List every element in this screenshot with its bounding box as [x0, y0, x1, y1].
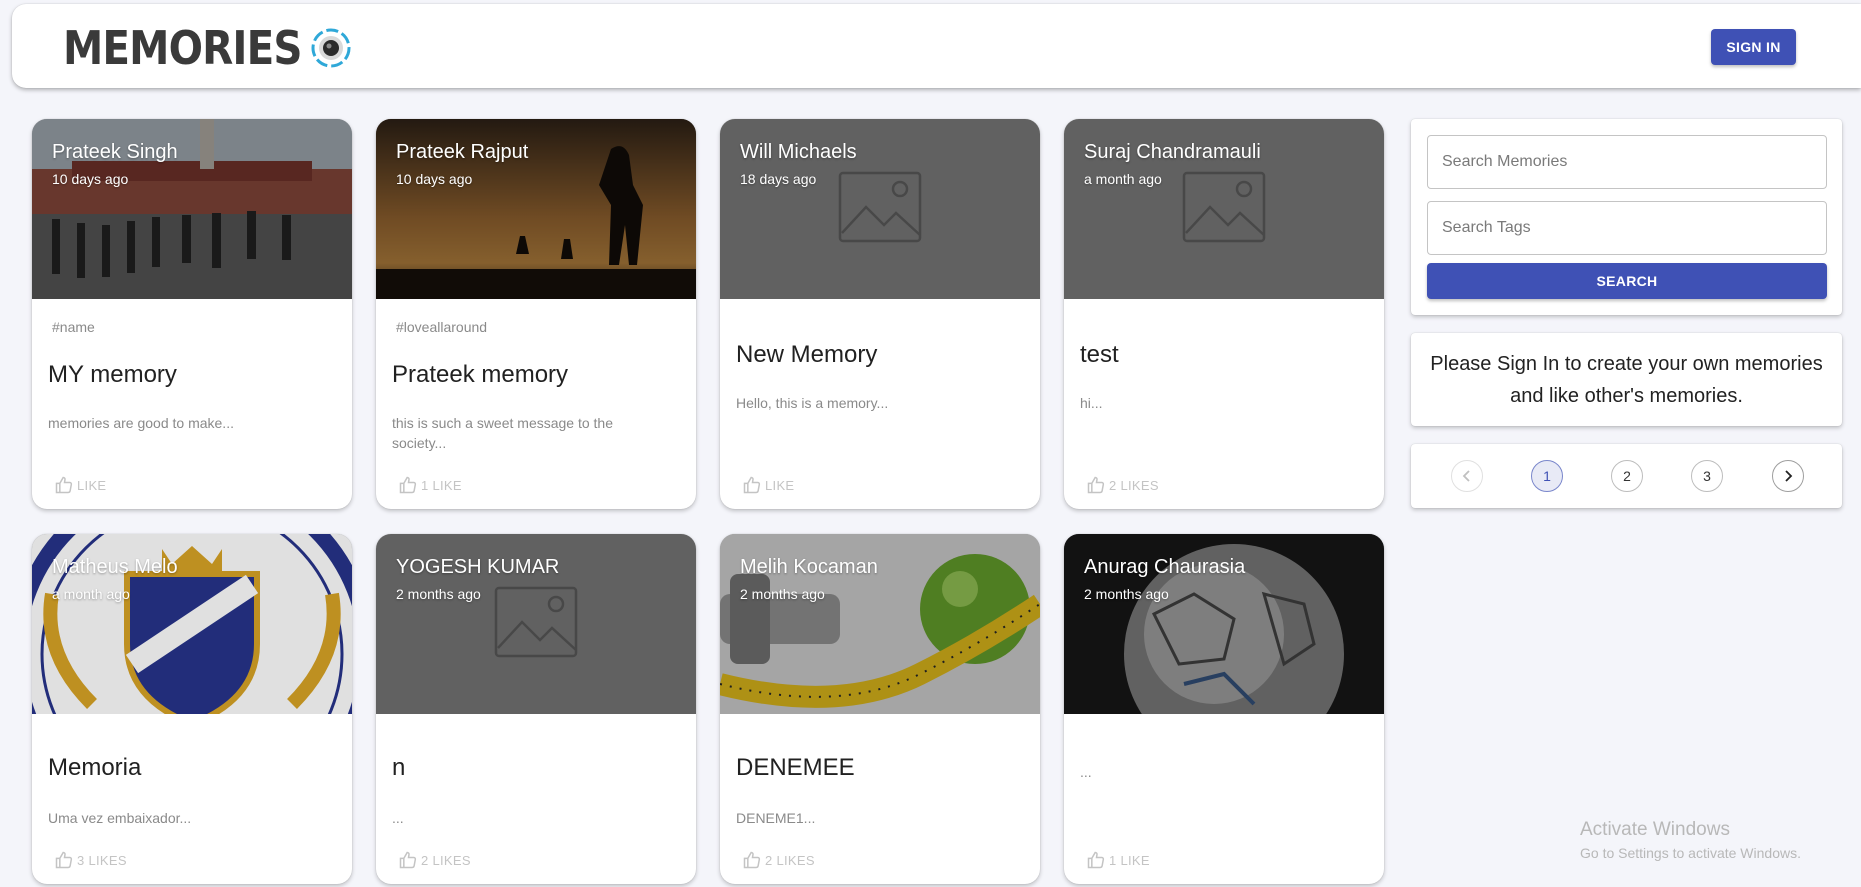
thumb-up-icon: [399, 851, 417, 869]
card-title: MY memory: [48, 361, 177, 388]
card-media[interactable]: Suraj Chandramauli a month ago: [1064, 119, 1384, 299]
card-author: Melih Kocaman: [740, 556, 878, 578]
card-date: 18 days ago: [740, 171, 817, 187]
search-button[interactable]: SEARCH: [1427, 263, 1827, 299]
next-page-button[interactable]: [1772, 460, 1804, 492]
pagination: 1 2 3: [1411, 444, 1842, 508]
card-date: a month ago: [52, 586, 130, 602]
chevron-left-icon: [1462, 470, 1470, 482]
like-label: 1 LIKE: [1109, 852, 1150, 868]
signin-message: Please Sign In to create your own memori…: [1430, 353, 1823, 407]
thumb-up-icon: [399, 476, 417, 494]
card-media[interactable]: Matheus Melo a month ago: [32, 534, 352, 714]
thumb-up-icon: [1087, 476, 1105, 494]
search-memories-input[interactable]: [1427, 135, 1827, 189]
card-media[interactable]: Prateek Singh 10 days ago: [32, 119, 352, 299]
like-label: 2 LIKES: [765, 852, 815, 868]
card-author: Prateek Singh: [52, 141, 178, 163]
memory-card[interactable]: Suraj Chandramauli a month ago test hi..…: [1064, 119, 1384, 509]
card-date: 10 days ago: [396, 171, 473, 187]
card-title: DENEMEE: [736, 754, 855, 781]
search-panel: SEARCH: [1411, 119, 1842, 315]
card-author: Anurag Chaurasia: [1084, 556, 1246, 578]
like-button[interactable]: LIKE: [54, 475, 106, 495]
like-button[interactable]: LIKE: [742, 475, 794, 495]
card-media[interactable]: Will Michaels 18 days ago: [720, 119, 1040, 299]
like-label: 2 LIKES: [421, 852, 471, 868]
memory-card[interactable]: Prateek Rajput 10 days ago #loveallaroun…: [376, 119, 696, 509]
like-button[interactable]: 2 LIKES: [1086, 475, 1159, 495]
memory-card[interactable]: Anurag Chaurasia 2 months ago ... 1 LIKE: [1064, 534, 1384, 884]
like-label: LIKE: [765, 477, 795, 493]
memory-card[interactable]: Matheus Melo a month ago Memoria Uma vez…: [32, 534, 352, 884]
like-button[interactable]: 1 LIKE: [398, 475, 462, 495]
card-author: Suraj Chandramauli: [1084, 141, 1261, 163]
sign-in-button[interactable]: SIGN IN: [1711, 29, 1796, 65]
brand[interactable]: MEMORIES: [63, 23, 353, 73]
card-message: Uma vez embaixador...: [48, 810, 192, 826]
card-date: 2 months ago: [396, 586, 481, 602]
card-author: Matheus Melo: [52, 556, 178, 578]
card-title: n: [392, 754, 406, 781]
memory-card[interactable]: Prateek Singh 10 days ago #name MY memor…: [32, 119, 352, 509]
card-media[interactable]: YOGESH KUMAR 2 months ago: [376, 534, 696, 714]
like-button[interactable]: 2 LIKES: [742, 850, 815, 870]
thumb-up-icon: [55, 476, 73, 494]
memory-card[interactable]: Melih Kocaman 2 months ago DENEMEE DENEM…: [720, 534, 1040, 884]
watermark-title: Activate Windows: [1580, 819, 1730, 840]
windows-activation-watermark: Activate Windows Go to Settings to activ…: [1580, 819, 1801, 861]
card-message: ...: [1080, 764, 1092, 780]
card-message: Hello, this is a memory...: [736, 395, 889, 411]
card-author: Prateek Rajput: [396, 141, 529, 163]
card-author: Will Michaels: [740, 141, 857, 163]
search-tags-input[interactable]: [1427, 201, 1827, 255]
card-message: this is such a sweet message to the soci…: [392, 415, 613, 451]
card-message: memories are good to make...: [48, 415, 234, 431]
card-date: 10 days ago: [52, 171, 129, 187]
card-date: a month ago: [1084, 171, 1162, 187]
card-message: DENEME1...: [736, 810, 816, 826]
memory-card[interactable]: Will Michaels 18 days ago New Memory Hel…: [720, 119, 1040, 509]
like-label: LIKE: [77, 477, 107, 493]
thumb-up-icon: [743, 476, 761, 494]
card-title: Memoria: [48, 754, 142, 781]
like-button[interactable]: 3 LIKES: [54, 850, 127, 870]
card-media[interactable]: Melih Kocaman 2 months ago: [720, 534, 1040, 714]
chevron-right-icon: [1785, 470, 1793, 482]
card-date: 2 months ago: [1084, 586, 1169, 602]
like-label: 2 LIKES: [1109, 477, 1159, 493]
card-media[interactable]: Prateek Rajput 10 days ago: [376, 119, 696, 299]
like-label: 1 LIKE: [421, 477, 462, 493]
watermark-subtitle: Go to Settings to activate Windows.: [1580, 845, 1801, 861]
thumb-up-icon: [743, 851, 761, 869]
prev-page-button[interactable]: [1451, 460, 1483, 492]
page-1-button[interactable]: 1: [1531, 460, 1563, 492]
like-label: 3 LIKES: [77, 852, 127, 868]
signin-prompt: Please Sign In to create your own memori…: [1411, 333, 1842, 426]
like-button[interactable]: 1 LIKE: [1086, 850, 1150, 870]
brand-title: MEMORIES: [63, 21, 303, 75]
page-2-button[interactable]: 2: [1611, 460, 1643, 492]
card-tags: #loveallaround: [396, 319, 488, 335]
card-message: ...: [392, 810, 404, 826]
thumb-up-icon: [55, 851, 73, 869]
page-3-button[interactable]: 3: [1691, 460, 1723, 492]
card-media[interactable]: Anurag Chaurasia 2 months ago: [1064, 534, 1384, 714]
thumb-up-icon: [1087, 851, 1105, 869]
camera-lens-icon: [311, 28, 351, 68]
card-title: New Memory: [736, 341, 878, 368]
like-button[interactable]: 2 LIKES: [398, 850, 471, 870]
card-author: YOGESH KUMAR: [396, 556, 560, 578]
app-bar: MEMORIES SIGN IN: [12, 4, 1861, 88]
card-date: 2 months ago: [740, 586, 825, 602]
memory-card[interactable]: YOGESH KUMAR 2 months ago n ... 2 LIKES: [376, 534, 696, 884]
card-title: test: [1080, 341, 1119, 368]
card-message: hi...: [1080, 395, 1103, 411]
card-title: Prateek memory: [392, 361, 569, 388]
card-tags: #name: [52, 319, 95, 335]
